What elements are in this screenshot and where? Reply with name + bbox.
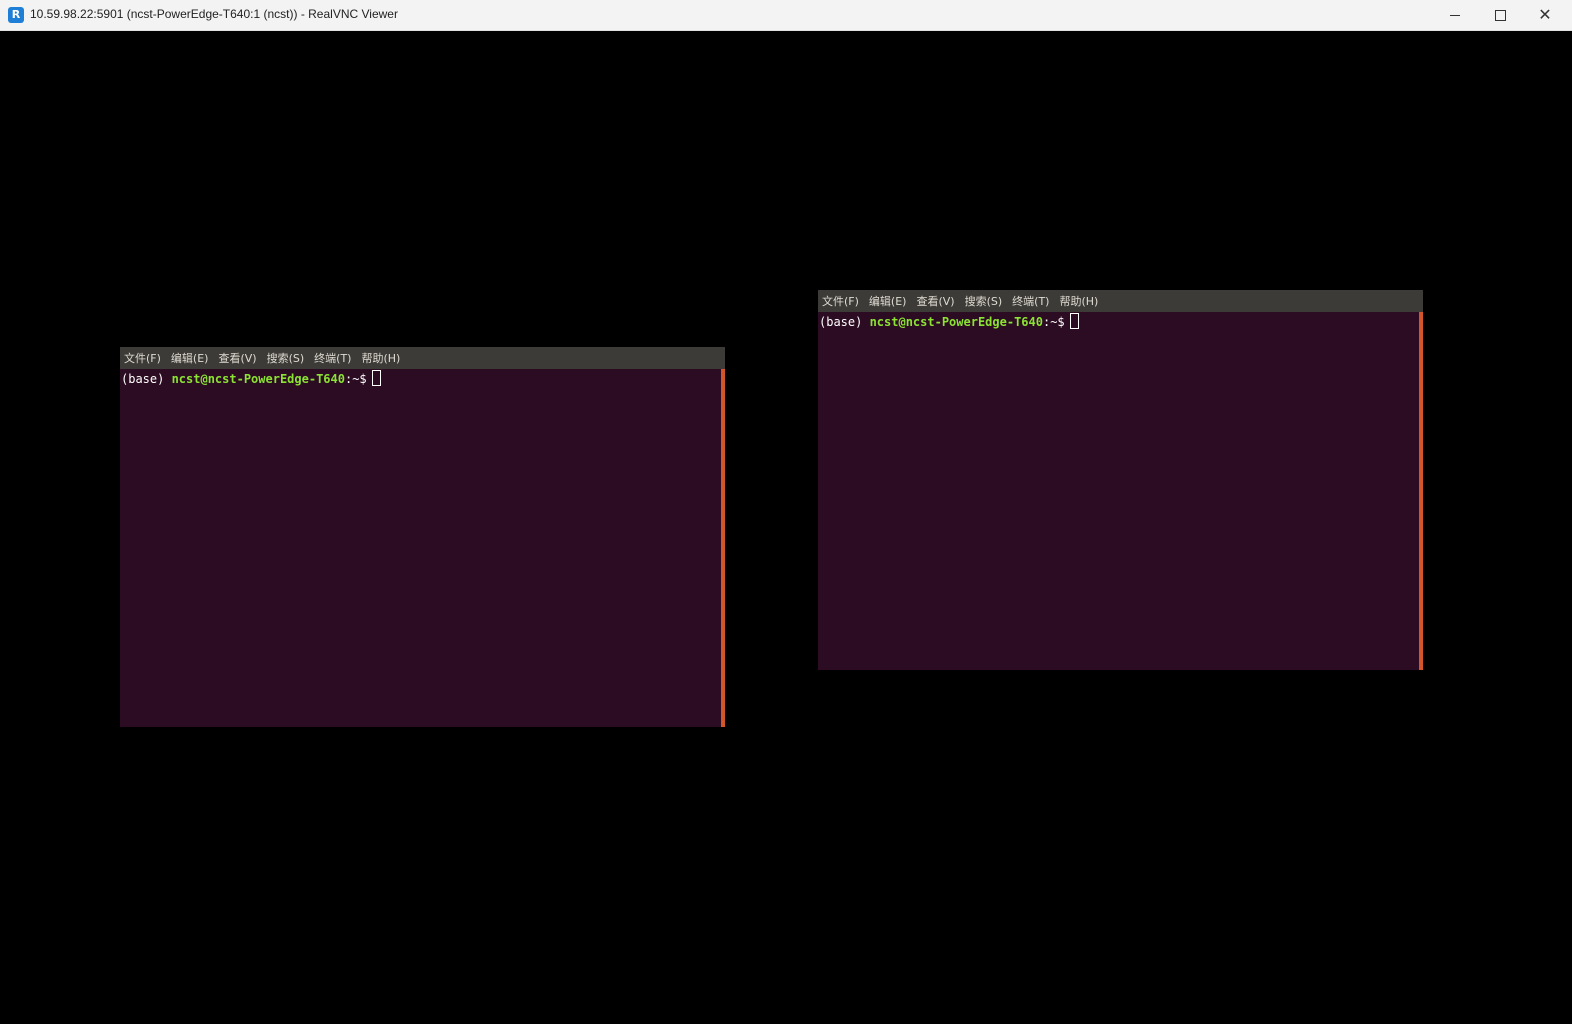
- menu-help[interactable]: 帮助(H): [361, 350, 400, 366]
- prompt-path: :~$: [1042, 315, 1065, 329]
- maximize-icon: [1494, 9, 1506, 21]
- prompt-user-host: ncst@ncst-PowerEdge-T640: [171, 372, 345, 386]
- menu-edit[interactable]: 编辑(E): [869, 293, 907, 309]
- vnc-viewer-window: R 10.59.98.22:5901 (ncst-PowerEdge-T640:…: [0, 0, 1572, 1024]
- maximize-button[interactable]: [1477, 0, 1523, 30]
- prompt-env: (base): [121, 372, 172, 386]
- window-titlebar[interactable]: R 10.59.98.22:5901 (ncst-PowerEdge-T640:…: [0, 0, 1572, 31]
- menu-search[interactable]: 搜索(S): [267, 350, 305, 366]
- prompt-line: (base) ncst@ncst-PowerEdge-T640:~$: [819, 313, 1079, 330]
- terminal-scroll-edge[interactable]: [721, 369, 725, 727]
- terminal-menubar: 文件(F) 编辑(E) 查看(V) 搜索(S) 终端(T) 帮助(H): [818, 290, 1423, 312]
- terminal-window-left[interactable]: 文件(F) 编辑(E) 查看(V) 搜索(S) 终端(T) 帮助(H) (bas…: [120, 347, 725, 727]
- realvnc-icon: R: [8, 7, 24, 23]
- text-cursor: [1069, 313, 1079, 329]
- menu-terminal[interactable]: 终端(T): [1012, 293, 1049, 309]
- terminal-window-right[interactable]: 文件(F) 编辑(E) 查看(V) 搜索(S) 终端(T) 帮助(H) (bas…: [818, 290, 1423, 670]
- window-title: 10.59.98.22:5901 (ncst-PowerEdge-T640:1 …: [30, 7, 398, 21]
- menu-view[interactable]: 查看(V): [218, 350, 256, 366]
- prompt-path: :~$: [344, 372, 367, 386]
- menu-edit[interactable]: 编辑(E): [171, 350, 209, 366]
- prompt-env: (base): [819, 315, 870, 329]
- text-cursor: [371, 370, 381, 386]
- prompt-user-host: ncst@ncst-PowerEdge-T640: [869, 315, 1043, 329]
- remote-desktop[interactable]: 文件(F) 编辑(E) 查看(V) 搜索(S) 终端(T) 帮助(H) (bas…: [0, 31, 1572, 1024]
- minimize-button[interactable]: [1432, 0, 1478, 30]
- menu-file[interactable]: 文件(F): [124, 350, 161, 366]
- menu-terminal[interactable]: 终端(T): [314, 350, 351, 366]
- menu-file[interactable]: 文件(F): [822, 293, 859, 309]
- minimize-icon: [1450, 14, 1460, 16]
- terminal-scroll-edge[interactable]: [1419, 312, 1423, 670]
- terminal-body[interactable]: (base) ncst@ncst-PowerEdge-T640:~$: [818, 312, 1419, 670]
- menu-view[interactable]: 查看(V): [916, 293, 954, 309]
- menu-search[interactable]: 搜索(S): [965, 293, 1003, 309]
- close-icon: ✕: [1538, 5, 1552, 24]
- terminal-menubar: 文件(F) 编辑(E) 查看(V) 搜索(S) 终端(T) 帮助(H): [120, 347, 725, 369]
- terminal-body[interactable]: (base) ncst@ncst-PowerEdge-T640:~$: [120, 369, 721, 727]
- menu-help[interactable]: 帮助(H): [1059, 293, 1098, 309]
- close-button[interactable]: ✕: [1522, 0, 1568, 30]
- prompt-line: (base) ncst@ncst-PowerEdge-T640:~$: [121, 370, 381, 387]
